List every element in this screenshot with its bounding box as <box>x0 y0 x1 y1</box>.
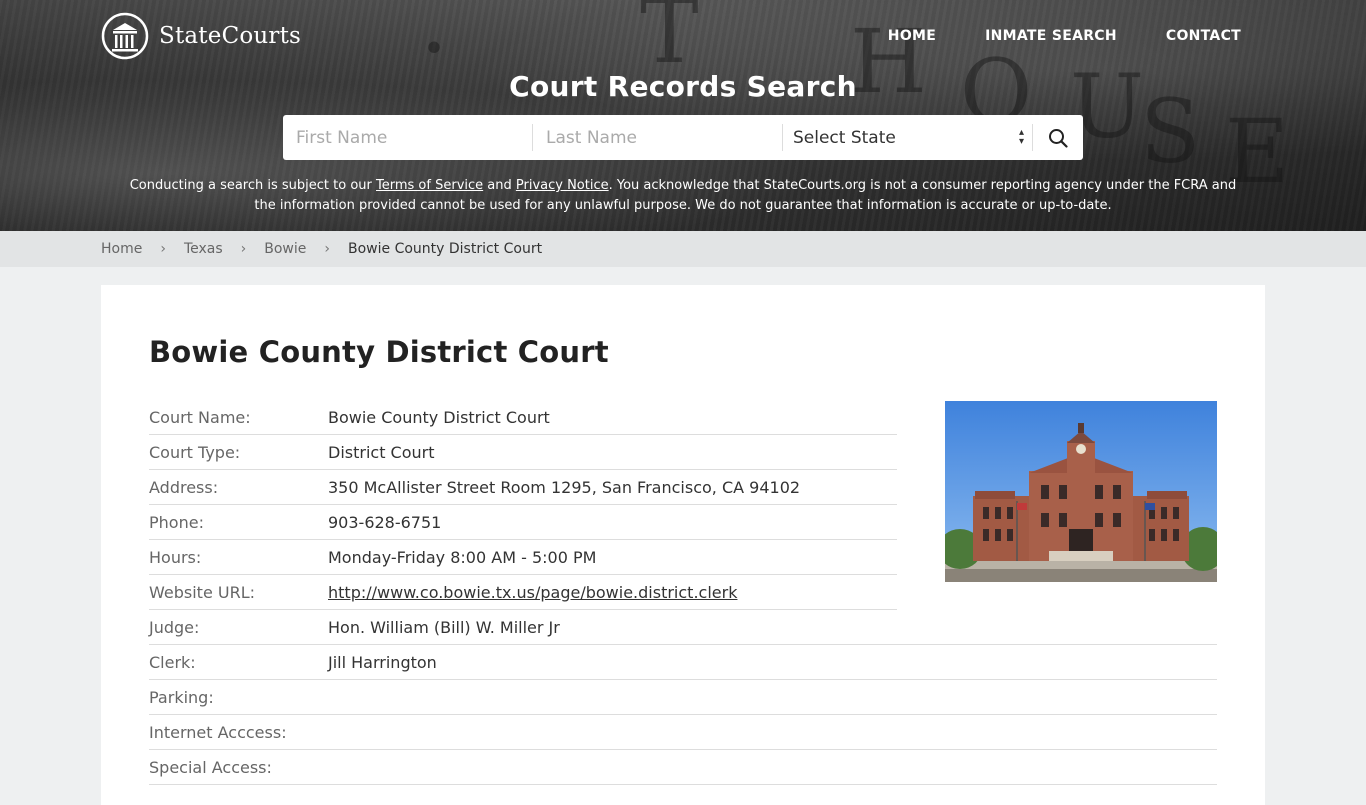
info-label: Parking: <box>149 687 214 707</box>
last-name-field-wrap <box>533 124 783 151</box>
nav-inmate-search[interactable]: INMATE SEARCH <box>985 28 1117 44</box>
hero-banner: . T H O U S E StateCourts HOME INMATE SE… <box>0 0 1366 231</box>
disclaimer-text-start: Conducting a search is subject to our <box>129 178 377 193</box>
info-row: Court Type: District Court <box>149 435 897 470</box>
courthouse-image-icon <box>945 401 1217 582</box>
top-navigation: StateCourts HOME INMATE SEARCH CONTACT <box>101 10 1265 62</box>
select-arrows-icon: ▴ ▾ <box>1018 127 1024 147</box>
nav-home[interactable]: HOME <box>888 28 936 44</box>
breadcrumb-home[interactable]: Home <box>101 241 142 257</box>
info-label: Judge: <box>149 617 200 637</box>
info-row: Hours: Monday-Friday 8:00 AM - 5:00 PM <box>149 540 897 575</box>
main-nav: HOME INMATE SEARCH CONTACT <box>888 28 1241 44</box>
info-row: Website URL: http://www.co.bowie.tx.us/pa… <box>149 575 897 610</box>
info-value: Hon. William (Bill) W. Miller Jr <box>328 617 560 637</box>
info-row: Judge: Hon. William (Bill) W. Miller Jr <box>149 610 1217 645</box>
info-row: Address: 350 McAllister Street Room 1295,… <box>149 470 897 505</box>
info-label: Special Access: <box>149 757 272 777</box>
courthouse-photo <box>945 401 1217 582</box>
info-value: 350 McAllister Street Room 1295, San Fra… <box>328 477 801 497</box>
chevron-right-icon: › <box>240 241 247 257</box>
terms-of-service-link[interactable]: Terms of Service <box>376 178 483 193</box>
info-row: Internet Acccess: <box>149 715 1217 750</box>
hero-title: Court Records Search <box>509 70 857 103</box>
breadcrumb-bowie[interactable]: Bowie <box>264 241 306 257</box>
info-label: Internet Acccess: <box>149 722 287 742</box>
info-label: Court Name: <box>149 407 251 427</box>
court-details-card: Bowie County District Court Court Name: B… <box>101 285 1265 805</box>
privacy-notice-link[interactable]: Privacy Notice <box>516 178 609 193</box>
info-label: Address: <box>149 477 219 497</box>
breadcrumb: Home › Texas › Bowie › Bowie County Dist… <box>0 231 1366 267</box>
info-label: Website URL: <box>149 582 255 602</box>
info-value: Monday-Friday 8:00 AM - 5:00 PM <box>328 547 597 567</box>
info-row: Clerk: Jill Harrington <box>149 645 1217 680</box>
statecourts-logo[interactable]: StateCourts <box>101 12 301 60</box>
search-disclaimer: Conducting a search is subject to our Te… <box>120 176 1246 216</box>
state-select-value: Select State <box>793 127 896 148</box>
courthouse-logo-icon <box>101 12 149 60</box>
info-value: Jill Harrington <box>328 652 437 672</box>
breadcrumb-current: Bowie County District Court <box>348 241 543 257</box>
info-label: Court Type: <box>149 442 241 462</box>
nav-contact[interactable]: CONTACT <box>1166 28 1241 44</box>
disclaimer-and: and <box>483 178 516 193</box>
info-row: Parking: <box>149 680 1217 715</box>
breadcrumb-texas[interactable]: Texas <box>184 241 223 257</box>
last-name-input[interactable] <box>546 124 765 151</box>
search-bar: Select State ▴▾ <box>283 115 1083 160</box>
state-select[interactable]: Select State ▴ ▾ <box>783 124 1033 151</box>
info-row: Court Name: Bowie County District Court <box>149 400 897 435</box>
first-name-input[interactable] <box>296 124 515 151</box>
info-label: Hours: <box>149 547 202 567</box>
info-row: Phone: 903-628-6751 <box>149 505 897 540</box>
info-value: Bowie County District Court <box>328 407 550 427</box>
search-icon <box>1049 128 1068 148</box>
info-label: Clerk: <box>149 652 196 672</box>
search-button[interactable] <box>1033 115 1083 160</box>
info-value: 903-628-6751 <box>328 512 442 532</box>
chevron-right-icon: › <box>324 241 330 257</box>
first-name-field-wrap <box>283 124 533 151</box>
chevron-right-icon: › <box>160 241 166 257</box>
website-url-link[interactable]: http://www.co.bowie.tx.us/page/bowie.dis… <box>328 583 737 602</box>
brand-name: StateCourts <box>159 23 302 49</box>
page-title: Bowie County District Court <box>149 335 609 369</box>
info-label: Phone: <box>149 512 204 532</box>
info-value: District Court <box>328 442 435 462</box>
